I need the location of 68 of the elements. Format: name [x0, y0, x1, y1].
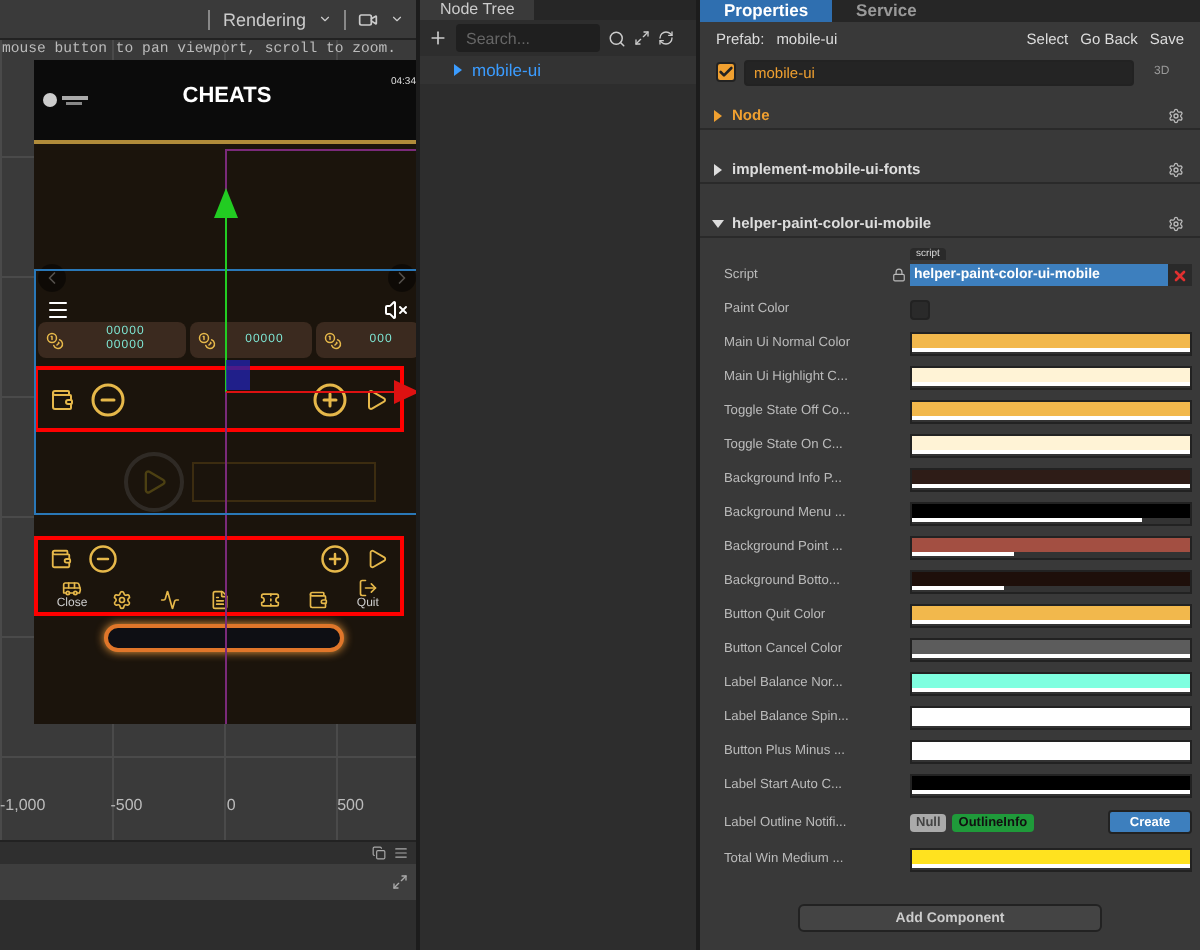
ruler-label: 500 [337, 796, 366, 814]
camera-icon[interactable] [358, 9, 378, 29]
menu-item-icon[interactable] [357, 577, 378, 597]
settings-icon[interactable] [1168, 107, 1184, 123]
color-swatch[interactable] [910, 705, 1192, 729]
color-swatch[interactable] [910, 671, 1192, 695]
color-swatch[interactable] [910, 365, 1192, 389]
color-swatch[interactable] [910, 535, 1192, 559]
render-mode-dropdown[interactable]: Rendering [222, 9, 306, 29]
menu-item-icon[interactable] [160, 589, 181, 609]
dropdown-caret-icon[interactable] [318, 12, 332, 26]
color-swatch[interactable] [910, 773, 1192, 797]
color-swatch[interactable] [910, 331, 1192, 355]
expand-arrow-icon[interactable] [452, 64, 464, 76]
color-swatch[interactable] [910, 847, 1192, 871]
color-swatch[interactable] [910, 399, 1192, 423]
ruler-label: -1,000 [0, 796, 48, 814]
coin-icon [198, 331, 217, 349]
settings-icon[interactable] [1168, 215, 1184, 231]
maximize-icon[interactable] [392, 874, 408, 890]
color-swatch[interactable] [910, 569, 1192, 593]
ruler-label: 0 [226, 796, 238, 814]
plus-icon[interactable] [312, 381, 348, 417]
search-icon[interactable] [608, 29, 626, 47]
expand-arrow-icon[interactable] [712, 217, 724, 229]
ruler-label: -500 [110, 796, 145, 814]
color-swatch[interactable] [910, 637, 1192, 661]
coin-icon [324, 331, 343, 349]
coin-icon [46, 331, 64, 349]
menu-item-icon[interactable] [209, 589, 230, 609]
wallet-icon[interactable] [50, 387, 74, 411]
menu-item-icon[interactable] [62, 577, 82, 597]
menu-item-icon[interactable] [111, 589, 132, 609]
color-swatch[interactable] [910, 603, 1192, 627]
play-icon[interactable] [364, 387, 388, 411]
menu-item-icon[interactable] [308, 589, 329, 609]
color-swatch[interactable] [910, 501, 1192, 525]
panel-tab[interactable]: Service [832, 0, 941, 22]
color-swatch[interactable] [910, 467, 1192, 491]
lock-icon [892, 268, 906, 282]
color-swatch[interactable] [910, 433, 1192, 457]
refresh-icon[interactable] [658, 30, 674, 46]
settings-icon[interactable] [1168, 161, 1184, 177]
menu-item-icon[interactable] [259, 589, 280, 609]
active-checkbox[interactable] [716, 62, 736, 82]
tree-item[interactable]: mobile-ui [420, 56, 696, 84]
x-axis-arrow[interactable] [225, 380, 416, 404]
screen-title: CHEATS [182, 84, 272, 108]
menu-icon[interactable] [46, 298, 70, 322]
panel-tab[interactable]: Properties [700, 0, 833, 22]
logo-icon [42, 90, 90, 110]
search-field[interactable]: Search... [456, 24, 600, 52]
plane-handle[interactable] [226, 360, 250, 390]
expand-icon[interactable] [634, 30, 650, 46]
play-icon[interactable] [366, 547, 388, 569]
dropdown-caret-icon[interactable] [390, 12, 404, 26]
expand-arrow-icon[interactable] [712, 109, 724, 121]
minus-icon[interactable] [88, 543, 118, 573]
add-icon[interactable] [428, 28, 448, 48]
expand-arrow-icon[interactable] [712, 163, 724, 175]
color-swatch[interactable] [910, 739, 1192, 763]
wallet-icon[interactable] [50, 547, 72, 569]
plus-icon[interactable] [320, 543, 350, 573]
mute-icon[interactable] [384, 298, 408, 322]
panel-tab[interactable]: Node Tree [420, 0, 535, 20]
y-axis-arrow[interactable] [214, 188, 238, 393]
copy-icon[interactable] [372, 846, 386, 860]
minus-icon[interactable] [90, 381, 126, 417]
